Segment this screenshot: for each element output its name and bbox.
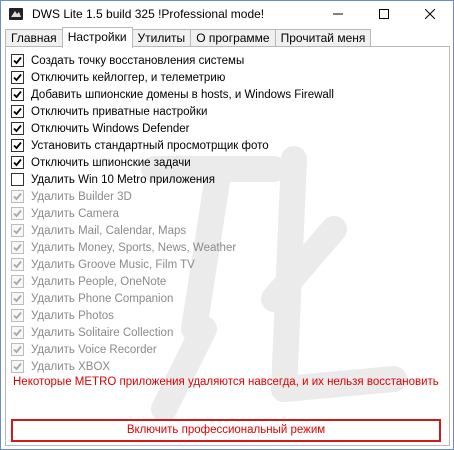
- option-row[interactable]: Отключить приватные настройки: [11, 103, 334, 120]
- checkmark-icon: [13, 158, 22, 167]
- option-row[interactable]: Установить стандартный просмотрщик фото: [11, 137, 334, 154]
- option-label: Установить стандартный просмотрщик фото: [31, 139, 269, 152]
- option-checkbox[interactable]: [11, 156, 24, 169]
- option-row: Удалить Photos: [11, 307, 334, 324]
- option-row: Удалить Mail, Calendar, Maps: [11, 222, 334, 239]
- checkmark-icon: [13, 345, 22, 354]
- option-row: Удалить Money, Sports, News, Weather: [11, 239, 334, 256]
- option-label: Удалить Money, Sports, News, Weather: [31, 241, 237, 254]
- option-row: Удалить Builder 3D: [11, 188, 334, 205]
- tab-strip: Главная Настройки Утилиты О программе Пр…: [5, 27, 372, 48]
- tab-main[interactable]: Главная: [5, 29, 63, 47]
- option-label: Удалить Builder 3D: [31, 190, 132, 203]
- checkmark-icon: [13, 243, 22, 252]
- option-label: Удалить Photos: [31, 309, 114, 322]
- option-label: Отключить кейлоггер, и телеметрию: [31, 71, 226, 84]
- title-bar[interactable]: DWS Lite 1.5 build 325 !Professional mod…: [1, 1, 453, 26]
- checkmark-icon: [13, 260, 22, 269]
- option-checkbox[interactable]: [11, 122, 24, 135]
- checkmark-icon: [13, 90, 22, 99]
- option-checkbox[interactable]: [11, 173, 24, 186]
- checkmark-icon: [13, 328, 22, 337]
- option-label: Отключить шпионские задачи: [31, 156, 191, 169]
- option-checkbox: [11, 326, 24, 339]
- option-label: Удалить Mail, Calendar, Maps: [31, 224, 187, 237]
- option-label: Удалить Solitaire Collection: [31, 326, 174, 339]
- option-row: Удалить Voice Recorder: [11, 341, 334, 358]
- checkmark-icon: [13, 73, 22, 82]
- tab-readme[interactable]: Прочитай меня: [274, 29, 372, 47]
- option-row: Удалить Camera: [11, 205, 334, 222]
- option-checkbox: [11, 309, 24, 322]
- option-label: Удалить Phone Companion: [31, 292, 174, 305]
- window-title: DWS Lite 1.5 build 325 !Professional mod…: [32, 6, 265, 21]
- tab-settings[interactable]: Настройки: [61, 27, 133, 48]
- option-label: Удалить Groove Music, Film TV: [31, 258, 195, 271]
- option-label: Удалить Voice Recorder: [31, 343, 157, 356]
- option-row: Удалить Phone Companion: [11, 290, 334, 307]
- option-label: Добавить шпионские домены в hosts, и Win…: [31, 88, 334, 101]
- checkmark-icon: [13, 141, 22, 150]
- option-label: Удалить XBOX: [31, 360, 111, 373]
- checkmark-icon: [13, 56, 22, 65]
- minimize-button[interactable]: [315, 1, 361, 26]
- option-checkbox: [11, 241, 24, 254]
- minimize-icon: [333, 13, 343, 14]
- option-checkbox: [11, 224, 24, 237]
- maximize-button[interactable]: [361, 1, 407, 26]
- option-checkbox: [11, 258, 24, 271]
- option-label: Удалить Camera: [31, 207, 120, 220]
- option-row: Удалить Groove Music, Film TV: [11, 256, 334, 273]
- option-label: Удалить People, OneNote: [31, 275, 167, 288]
- option-label: Отключить Windows Defender: [31, 122, 190, 135]
- option-checkbox: [11, 292, 24, 305]
- option-row[interactable]: Создать точку восстановления системы: [11, 52, 334, 69]
- option-row[interactable]: Добавить шпионские домены в hosts, и Win…: [11, 86, 334, 103]
- option-checkbox[interactable]: [11, 139, 24, 152]
- app-window: DWS Lite 1.5 build 325 !Professional mod…: [0, 0, 454, 450]
- settings-panel: Создать точку восстановления системы Откл…: [5, 46, 450, 446]
- dws-app-icon: [9, 7, 23, 20]
- option-label: Создать точку восстановления системы: [31, 54, 245, 67]
- close-button[interactable]: [407, 1, 453, 26]
- option-checkbox[interactable]: [11, 71, 24, 84]
- option-checkbox: [11, 207, 24, 220]
- tab-about[interactable]: О программе: [190, 29, 276, 47]
- option-checkbox: [11, 190, 24, 203]
- checkmark-icon: [13, 209, 22, 218]
- checkmark-icon: [13, 294, 22, 303]
- option-checkbox: [11, 275, 24, 288]
- tab-utilities[interactable]: Утилиты: [131, 29, 192, 47]
- option-row[interactable]: Отключить кейлоггер, и телеметрию: [11, 69, 334, 86]
- option-row[interactable]: Удалить Win 10 Metro приложения: [11, 171, 334, 188]
- checkmark-icon: [13, 124, 22, 133]
- option-checkbox[interactable]: [11, 105, 24, 118]
- options-list: Создать точку восстановления системы Откл…: [11, 52, 334, 375]
- option-row: Удалить Solitaire Collection: [11, 324, 334, 341]
- checkmark-icon: [13, 362, 22, 371]
- option-label: Отключить приватные настройки: [31, 105, 208, 118]
- option-checkbox[interactable]: [11, 54, 24, 67]
- option-row: Удалить People, OneNote: [11, 273, 334, 290]
- metro-warning-text: Некоторые METRO приложения удаляются нав…: [13, 376, 439, 388]
- checkmark-icon: [13, 311, 22, 320]
- option-label: Удалить Win 10 Metro приложения: [31, 173, 215, 186]
- option-checkbox: [11, 360, 24, 373]
- checkmark-icon: [13, 192, 22, 201]
- close-icon: [425, 8, 435, 19]
- checkmark-icon: [13, 277, 22, 286]
- checkmark-icon: [13, 226, 22, 235]
- option-checkbox: [11, 343, 24, 356]
- option-checkbox[interactable]: [11, 88, 24, 101]
- enable-professional-mode-button[interactable]: Включить профессиональный режим: [11, 419, 441, 442]
- maximize-icon: [379, 8, 389, 19]
- option-row: Удалить XBOX: [11, 358, 334, 375]
- checkmark-icon: [13, 107, 22, 116]
- option-row[interactable]: Отключить Windows Defender: [11, 120, 334, 137]
- option-row[interactable]: Отключить шпионские задачи: [11, 154, 334, 171]
